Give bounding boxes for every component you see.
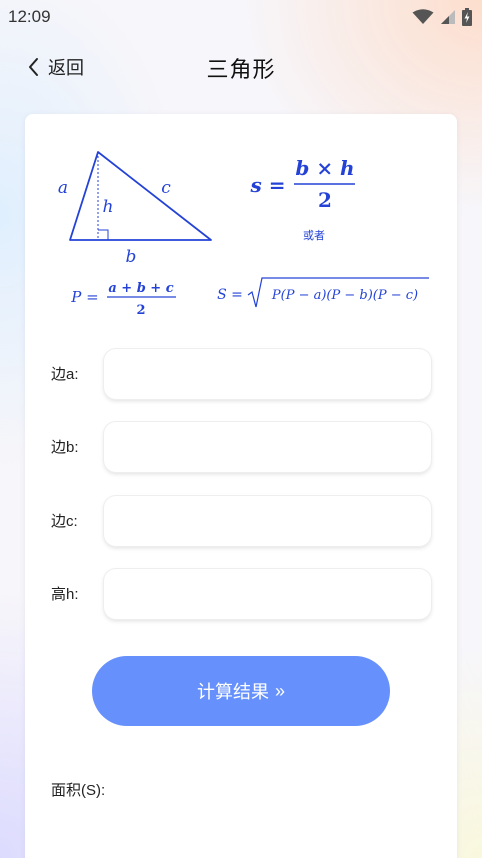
formula-diagram: a c h b s = b × h 2 或者 P = a + b + c 2 S… xyxy=(58,151,429,318)
height-h-input[interactable] xyxy=(104,569,431,619)
heron-formula-radicand: P(P − a)(P − b)(P − c) xyxy=(271,288,418,303)
field-row-side-a: 边a: xyxy=(25,349,457,399)
perimeter-formula: P = a + b + c 2 xyxy=(70,281,176,318)
triangle-shape xyxy=(69,151,212,241)
wifi-icon xyxy=(412,9,434,24)
side-b-field-label: 边b: xyxy=(51,439,79,456)
nav-bar: 返回 三角形 xyxy=(0,44,482,90)
or-label: 或者 xyxy=(303,229,325,242)
double-chevron-right-icon: » xyxy=(274,680,285,701)
heron-formula: S = P(P − a)(P − b)(P − c) xyxy=(217,277,429,308)
field-row-side-c: 边c: xyxy=(25,496,457,546)
side-c-label: c xyxy=(161,178,171,198)
heron-formula-lhs: S = xyxy=(217,287,243,303)
perimeter-formula-numerator: a + b + c xyxy=(108,281,173,296)
area-formula-numerator: b × h xyxy=(295,156,354,180)
area-formula-denominator: 2 xyxy=(318,188,332,212)
side-c-input[interactable] xyxy=(104,496,431,546)
field-row-side-b: 边b: xyxy=(25,422,457,472)
right-angle-mark xyxy=(98,229,109,240)
side-a-field-label: 边a: xyxy=(51,366,79,383)
area-result-label: 面积(S): xyxy=(51,782,106,799)
status-icons xyxy=(412,8,472,26)
side-b-label: b xyxy=(126,247,137,267)
perimeter-formula-lhs: P = xyxy=(70,288,98,306)
calculate-button-label: 计算结果 xyxy=(196,682,269,702)
perimeter-formula-denominator: 2 xyxy=(136,303,145,318)
area-formula-lhs: s = xyxy=(250,173,286,197)
triangle-figure: a c h b xyxy=(58,151,212,267)
status-time: 12:09 xyxy=(8,7,51,26)
field-row-height-h: 高h: xyxy=(25,569,457,619)
page-title: 三角形 xyxy=(206,57,276,82)
battery-charging-icon xyxy=(462,8,472,26)
calculator-card: a c h b s = b × h 2 或者 P = a + b + c 2 S… xyxy=(25,114,457,858)
side-a-input[interactable] xyxy=(104,349,431,399)
height-h-label: h xyxy=(103,197,114,217)
signal-icon xyxy=(441,10,455,24)
side-a-label: a xyxy=(58,178,68,198)
height-h-field-label: 高h: xyxy=(51,586,79,603)
status-bar: 12:09 xyxy=(0,0,482,34)
area-formula: s = b × h 2 或者 xyxy=(250,156,355,242)
side-c-field-label: 边c: xyxy=(51,513,78,530)
calculate-button[interactable]: 计算结果 » xyxy=(92,656,390,726)
side-b-input[interactable] xyxy=(104,422,431,472)
